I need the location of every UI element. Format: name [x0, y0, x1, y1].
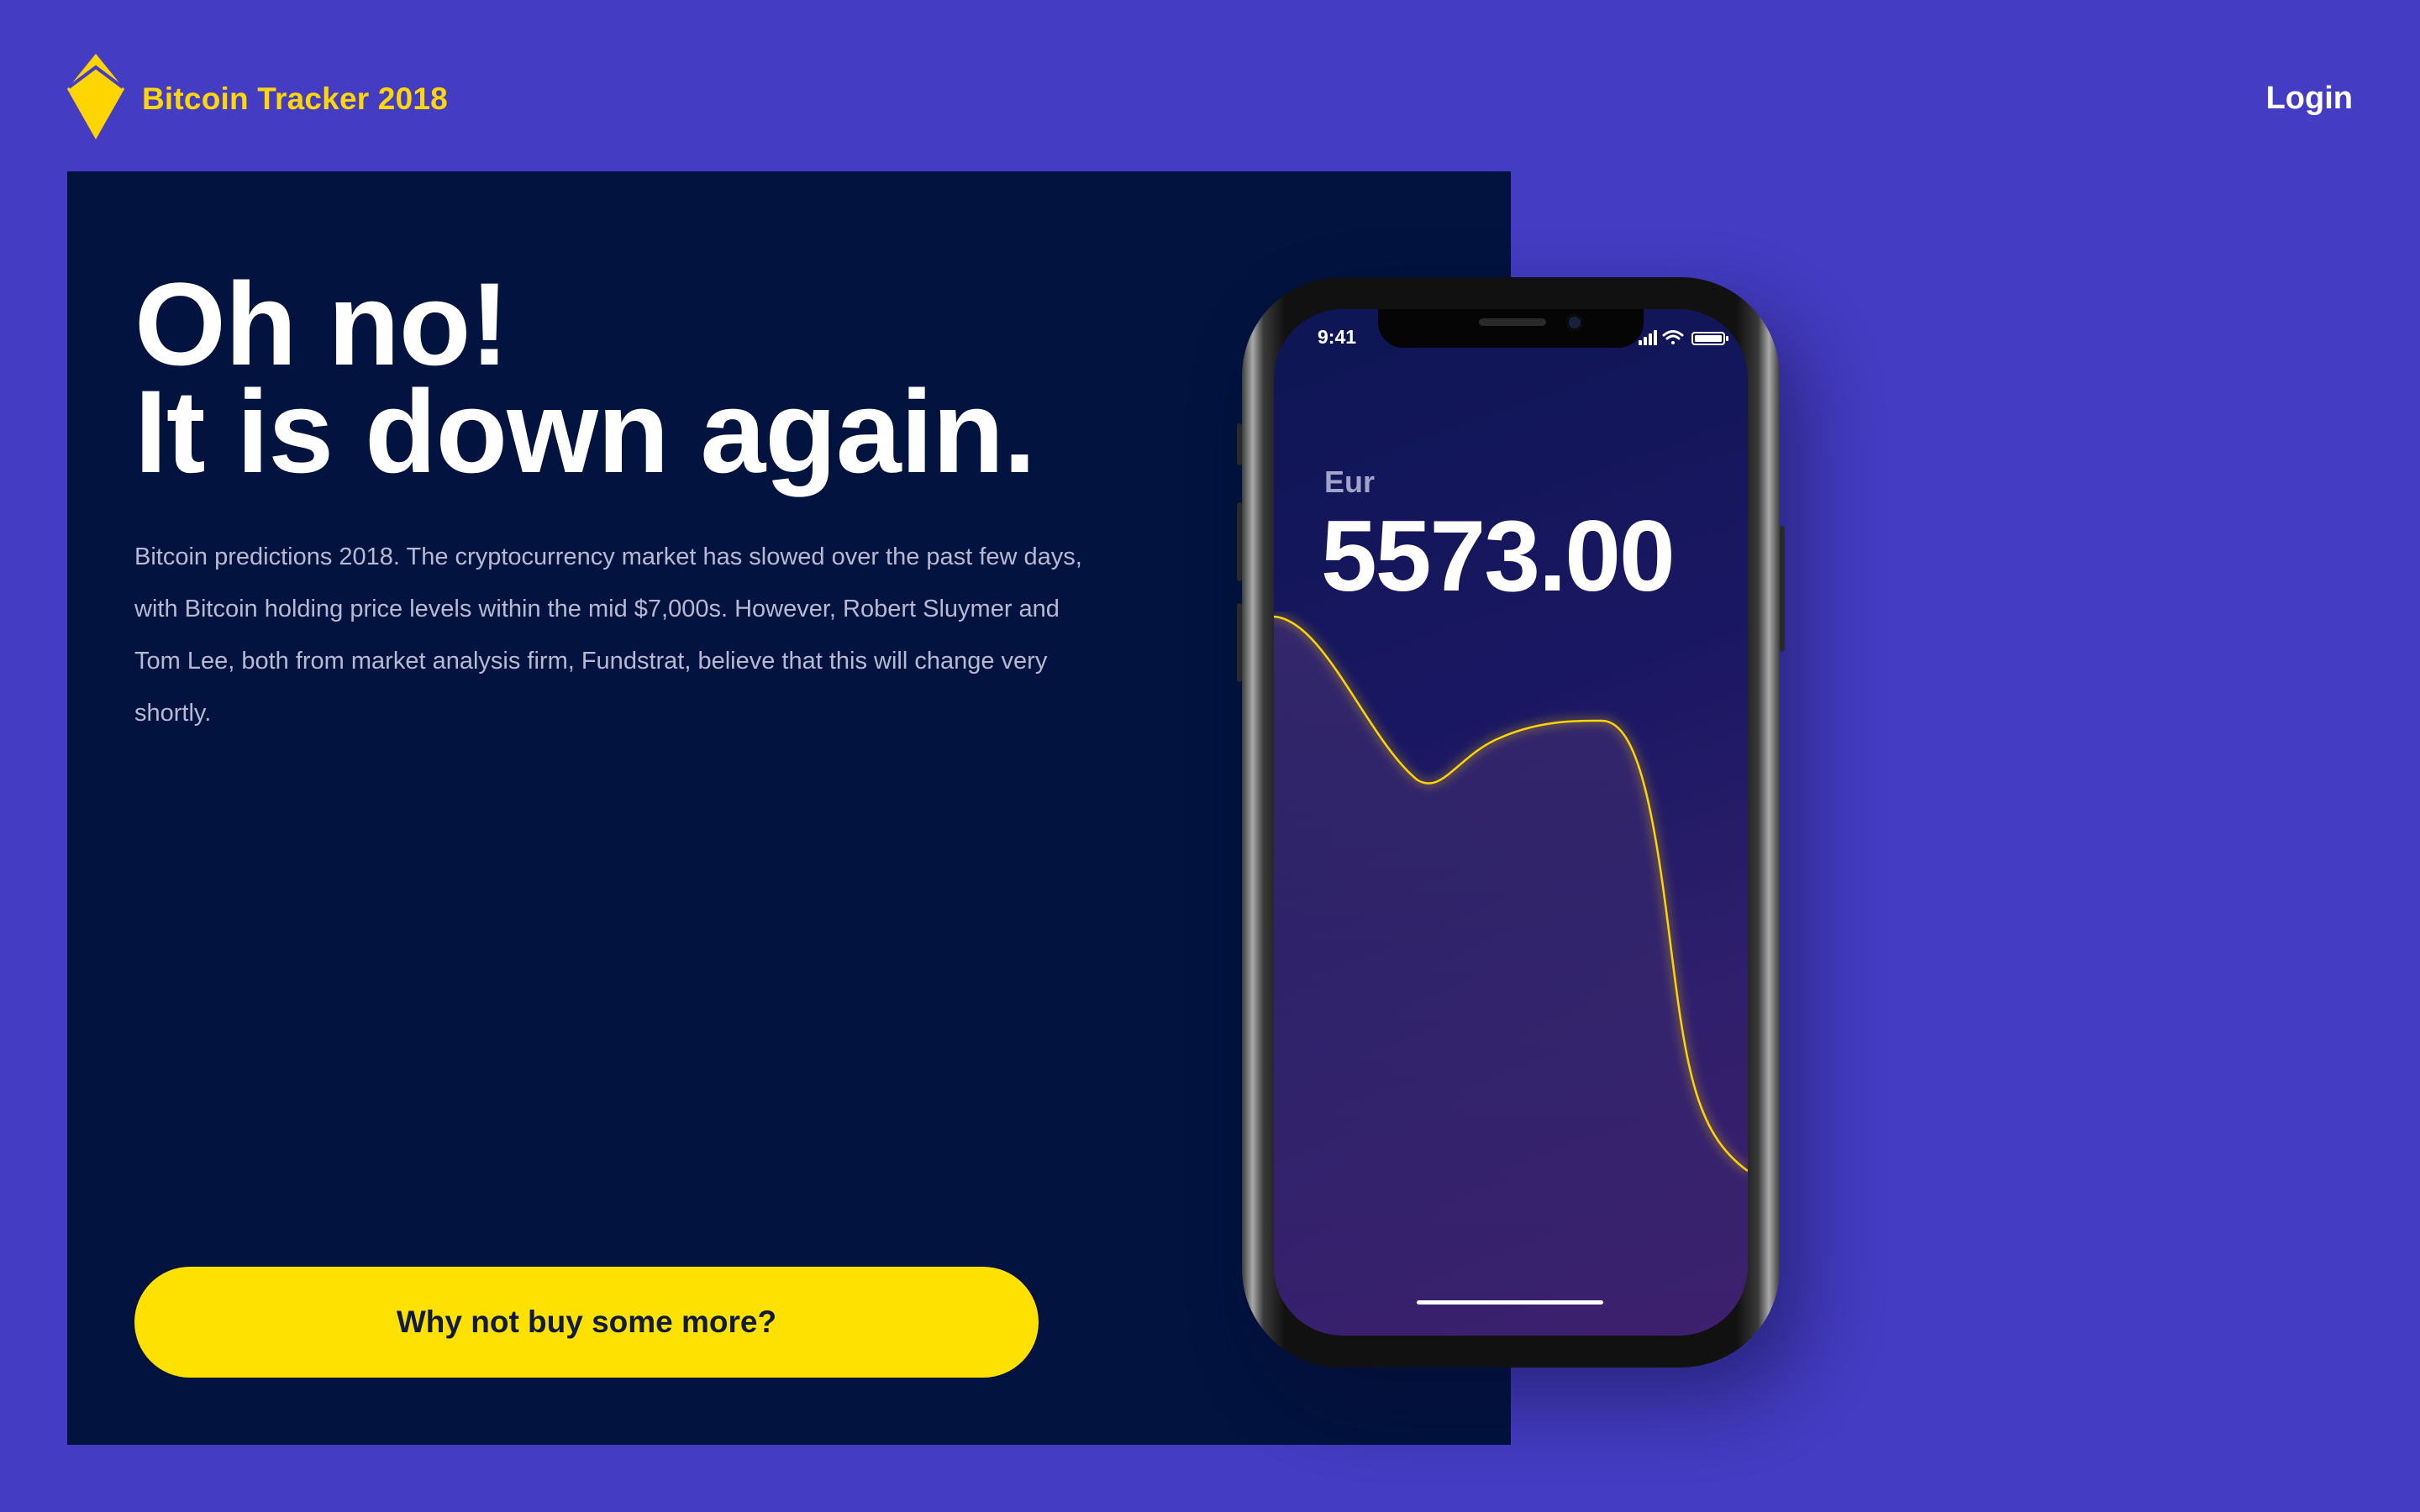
home-indicator[interactable] — [1417, 1300, 1603, 1305]
phone-notch — [1378, 309, 1644, 348]
login-link[interactable]: Login — [2266, 77, 2353, 119]
currency-label: Eur — [1324, 465, 1376, 499]
brand-name: Bitcoin Tracker 2018 — [142, 81, 448, 116]
phone-volume-down-button — [1237, 603, 1242, 682]
status-time: 9:41 — [1318, 326, 1357, 348]
hero-description: Bitcoin predictions 2018. The cryptocurr… — [134, 543, 1082, 727]
front-camera-icon — [1566, 314, 1583, 331]
hero-title-line-2: It is down again. — [134, 365, 1036, 497]
phone-side-button — [1237, 423, 1242, 465]
hero-title: Oh no! It is down again. — [134, 258, 1036, 497]
buy-more-button[interactable]: Why not buy some more? — [134, 1267, 1039, 1378]
diamond-logo-icon — [67, 54, 124, 139]
speaker-grille — [1479, 318, 1546, 326]
signal-icon — [1639, 330, 1657, 345]
status-icons — [1639, 330, 1728, 345]
phone-screen: 9:41 Eur 5573.00 — [1274, 309, 1748, 1336]
phone-power-button — [1780, 526, 1785, 652]
wifi-icon — [1662, 330, 1684, 344]
price-chart — [1274, 615, 1748, 1336]
price-chart-area — [1274, 617, 1748, 1336]
phone-volume-up-button — [1237, 502, 1242, 581]
phone-mockup: 9:41 Eur 5573.00 — [1237, 277, 1785, 1368]
price-value: 5573.00 — [1321, 500, 1676, 612]
hero-title-line-1: Oh no! — [134, 258, 509, 390]
battery-icon — [1691, 332, 1728, 345]
